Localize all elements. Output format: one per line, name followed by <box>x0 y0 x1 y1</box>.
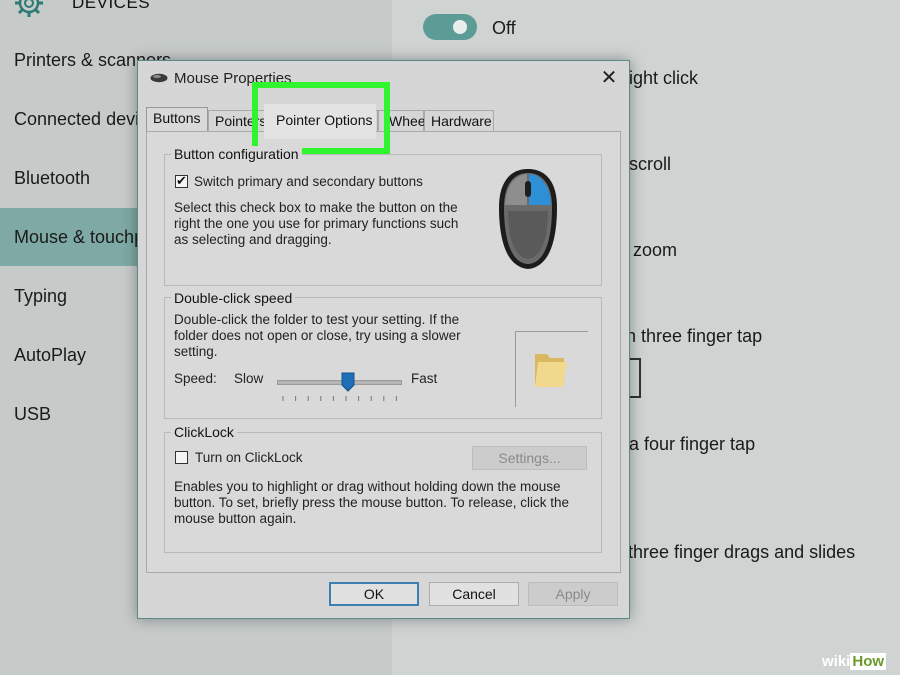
wikihow-watermark: wiki How <box>822 649 887 673</box>
clicklock-title: ClickLock <box>171 424 237 440</box>
button-config-description-line: as selecting and dragging. <box>174 232 332 247</box>
checkmark-icon: ✔ <box>176 173 187 188</box>
clicklock-description-line: mouse button again. <box>174 511 297 526</box>
speed-slider-ticks <box>282 396 397 401</box>
watermark-how: How <box>850 652 887 670</box>
folder-icon <box>535 354 567 387</box>
double-click-description-line: Double-click the folder to test your set… <box>174 312 460 327</box>
double-click-description-line: folder does not open or close, try using… <box>174 328 461 343</box>
double-click-speed-title: Double-click speed <box>171 290 296 306</box>
tab-pointer-options-label[interactable]: Pointer Options <box>276 112 373 128</box>
speed-slider-thumb[interactable] <box>341 372 355 392</box>
toggle-label: Off <box>492 18 516 38</box>
tab-hardware[interactable]: Hardware <box>424 110 494 131</box>
switch-buttons-label: Switch primary and secondary buttons <box>194 174 423 189</box>
switch-buttons-checkbox[interactable]: ✔ <box>175 173 188 188</box>
apply-button[interactable]: Apply <box>528 582 618 606</box>
button-configuration-title: Button configuration <box>171 146 302 162</box>
toggle-knob <box>453 20 467 34</box>
setting-label-scroll: scroll <box>629 154 672 174</box>
mouse-illustration-icon <box>499 169 557 269</box>
clicklock-settings-button[interactable]: Settings... <box>472 446 587 470</box>
setting-label-four-finger-tap: a four finger tap <box>629 434 756 454</box>
setting-label-three-finger-tap: n three finger tap <box>626 326 763 346</box>
test-folder[interactable] <box>515 331 588 407</box>
watermark-wiki: wiki <box>822 652 851 670</box>
setting-label-zoom: zoom <box>633 240 678 260</box>
ok-button[interactable]: OK <box>329 582 419 606</box>
settings-section-title: DEVICES <box>72 0 151 12</box>
close-icon: ✕ <box>600 67 618 89</box>
sidebar-item-label: USB <box>14 403 52 424</box>
button-config-description-line: Select this check box to make the button… <box>174 200 458 215</box>
sidebar-item-label: Typing <box>14 285 68 306</box>
button-config-description-line: right the one you use for primary functi… <box>174 216 459 231</box>
clicklock-label: Turn on ClickLock <box>195 450 303 465</box>
double-click-description-line: setting. <box>174 344 218 359</box>
fast-label: Fast <box>411 371 438 386</box>
clicklock-description-line: Enables you to highlight or drag without… <box>174 479 561 494</box>
speed-label: Speed: <box>174 371 217 386</box>
sidebar-item-label: Bluetooth <box>14 167 91 188</box>
tab-buttons[interactable]: Buttons <box>146 107 208 132</box>
close-button[interactable]: ✕ <box>596 65 622 91</box>
clicklock-description-line: button. To set, briefly press the mouse … <box>174 495 569 510</box>
sidebar-item-label: AutoPlay <box>14 344 87 365</box>
mouse-icon <box>150 73 168 83</box>
cancel-button[interactable]: Cancel <box>429 582 519 606</box>
speed-slider-track[interactable] <box>277 380 402 385</box>
clicklock-checkbox[interactable] <box>175 451 188 464</box>
settings-header: DEVICES <box>12 0 150 18</box>
setting-label-three-finger-drag: three finger drags and slides <box>628 542 856 562</box>
setting-label-right-click: ight click <box>629 68 699 88</box>
slow-label: Slow <box>234 371 264 386</box>
gear-icon <box>15 0 43 17</box>
toggle-switch[interactable] <box>423 14 477 40</box>
